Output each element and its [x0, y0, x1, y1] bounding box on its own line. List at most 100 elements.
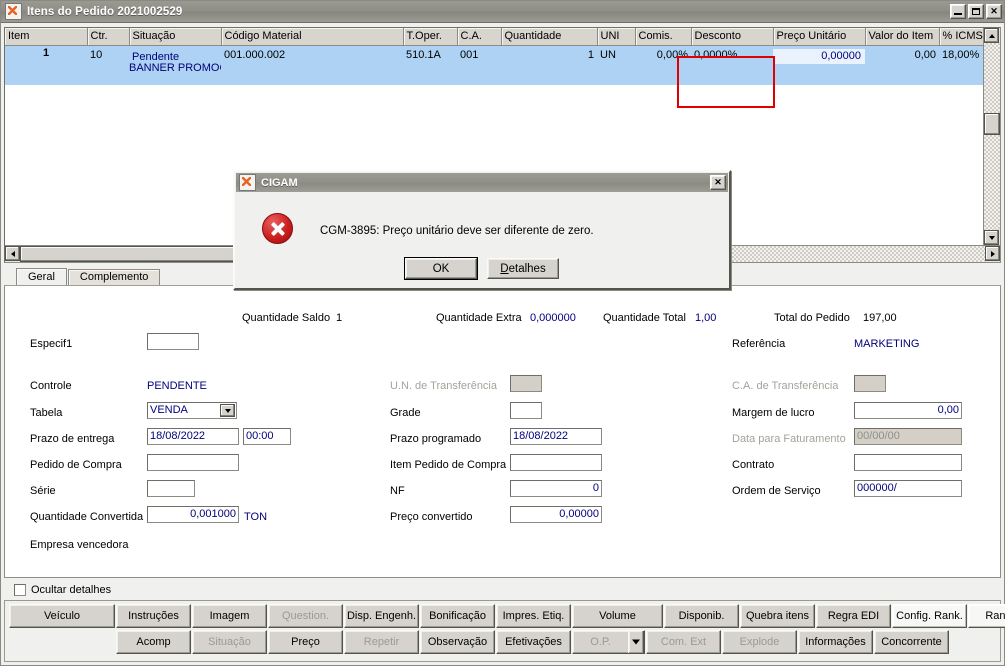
op-button-dropdown-icon[interactable]: [628, 631, 644, 653]
volume-button[interactable]: Volume: [572, 604, 663, 628]
controle-label: Controle: [30, 380, 72, 392]
repetir-button-label: Repetir: [363, 636, 400, 648]
cell-material-description: BANNER PROMOCIONAL: [129, 61, 221, 74]
dialog-close-button[interactable]: ✕: [710, 175, 726, 190]
config-rank-button[interactable]: Config. Rank.: [892, 604, 967, 628]
cell-situacao: Pendente BANNER PROMOCIONAL: [129, 45, 221, 85]
scroll-left-icon[interactable]: [5, 246, 20, 261]
preco-convertido-field[interactable]: 0,00000: [510, 506, 602, 523]
ca-transferencia-field: [854, 375, 886, 392]
regra-edi-button[interactable]: Regra EDI: [816, 604, 891, 628]
grid-vertical-scrollbar[interactable]: [983, 28, 1000, 245]
vertical-scroll-thumb[interactable]: [984, 113, 1000, 135]
situacao-button[interactable]: Situação: [192, 630, 267, 654]
ordem-servico-field[interactable]: 000000/: [854, 480, 962, 497]
scroll-up-icon[interactable]: [984, 28, 999, 43]
serie-field[interactable]: [147, 480, 195, 497]
itens-do-pedido-window: Itens do Pedido 2021002529 ✕ Item Ctr. S…: [0, 0, 1005, 666]
dialog-title-bar[interactable]: CIGAM ✕: [236, 173, 728, 192]
window-title-bar[interactable]: Itens do Pedido 2021002529 ✕: [1, 1, 1004, 23]
situacao-button-label: Situação: [208, 636, 251, 648]
repetir-button[interactable]: Repetir: [344, 630, 419, 654]
col-header-ctr[interactable]: Ctr.: [87, 28, 130, 46]
impres-etiq-button[interactable]: Impres. Etiq.: [496, 604, 571, 628]
grade-field[interactable]: [510, 402, 542, 419]
disponib-button[interactable]: Disponib.: [664, 604, 739, 628]
com-ext-button-label: Com. Ext: [660, 636, 707, 648]
preco-button[interactable]: Preço: [268, 630, 343, 654]
col-header-icms[interactable]: % ICMS: [939, 28, 983, 46]
tab-complemento[interactable]: Complemento: [67, 269, 161, 285]
item-pedido-compra-field[interactable]: [510, 454, 602, 471]
instrucoes-button-label: Instruções: [128, 610, 179, 622]
close-button[interactable]: ✕: [986, 4, 1002, 19]
col-header-uni[interactable]: UNI: [597, 28, 636, 46]
prazo-entrega-date-field[interactable]: 18/08/2022: [147, 428, 239, 445]
col-header-ca[interactable]: C.A.: [457, 28, 502, 46]
instrucoes-button[interactable]: Instruções: [116, 604, 191, 628]
acomp-button[interactable]: Acomp: [116, 630, 191, 654]
quantidade-extra-label: Quantidade Extra: [436, 312, 522, 324]
ranking-button[interactable]: Ranking: [968, 604, 1005, 628]
col-header-comis[interactable]: Comis.: [635, 28, 692, 46]
details-button[interactable]: Detalhes: [487, 258, 559, 279]
efetivacoes-button[interactable]: Efetivações: [496, 630, 571, 654]
tab-geral[interactable]: Geral: [16, 268, 67, 285]
contrato-field[interactable]: [854, 454, 962, 471]
quantidade-convertida-field[interactable]: 0,001000: [147, 506, 239, 523]
chevron-down-icon[interactable]: [220, 404, 235, 417]
concorrente-button[interactable]: Concorrente: [874, 630, 949, 654]
informacoes-button[interactable]: Informações: [798, 630, 873, 654]
efetivacoes-button-label: Efetivações: [505, 636, 562, 648]
especif1-field[interactable]: [147, 333, 199, 350]
margem-lucro-field[interactable]: 0,00: [854, 402, 962, 419]
vertical-scroll-track[interactable]: [984, 43, 1000, 230]
pedido-compra-field[interactable]: [147, 454, 239, 471]
imagem-button[interactable]: Imagem: [192, 604, 267, 628]
veiculo-button[interactable]: Veículo: [9, 604, 115, 628]
nf-field[interactable]: 0: [510, 480, 602, 497]
col-header-quantidade[interactable]: Quantidade: [501, 28, 598, 46]
quebra-itens-button[interactable]: Quebra itens: [740, 604, 815, 628]
preco-unitario-input[interactable]: 0,00000: [773, 48, 865, 64]
table-row[interactable]: 1 10 Pendente BANNER PROMOCIONAL 001.000…: [5, 45, 983, 85]
prazo-entrega-label: Prazo de entrega: [30, 433, 115, 445]
disp-engenh-button[interactable]: Disp. Engenh.: [344, 604, 419, 628]
explode-button[interactable]: Explode: [722, 630, 797, 654]
informacoes-button-label: Informações: [805, 636, 866, 648]
col-header-toper[interactable]: T.Oper.: [403, 28, 458, 46]
prazo-entrega-time-field[interactable]: 00:00: [243, 428, 291, 445]
col-header-situacao[interactable]: Situação: [129, 28, 222, 46]
bonificacao-button[interactable]: Bonificação: [420, 604, 495, 628]
col-header-valor-item[interactable]: Valor do Item: [865, 28, 940, 46]
ocultar-detalhes-row[interactable]: Ocultar detalhes: [4, 582, 1001, 597]
dialog-message: CGM-3895: Preço unitário deve ser difere…: [320, 225, 594, 237]
ocultar-detalhes-checkbox[interactable]: [14, 583, 26, 596]
col-header-preco-unitario[interactable]: Preço Unitário: [773, 28, 866, 46]
data-faturamento-field: 00/00/00: [854, 428, 962, 445]
op-button-label: O.P.: [590, 636, 611, 648]
cigam-app-icon: [239, 174, 256, 191]
observacao-button[interactable]: Observação: [420, 630, 495, 654]
scroll-down-icon[interactable]: [984, 230, 999, 245]
question-button[interactable]: Question.: [268, 604, 343, 628]
volume-button-label: Volume: [599, 610, 636, 622]
cell-preco-unitario[interactable]: 0,00000: [773, 45, 865, 85]
col-header-desconto[interactable]: Desconto: [691, 28, 774, 46]
maximize-button[interactable]: [968, 4, 984, 19]
minimize-button[interactable]: [950, 4, 966, 19]
scroll-right-icon[interactable]: [985, 246, 1000, 261]
tabela-select[interactable]: VENDA: [147, 402, 237, 419]
col-header-codigo[interactable]: Código Material: [221, 28, 404, 46]
col-header-item[interactable]: Item: [5, 28, 88, 46]
com-ext-button[interactable]: Com. Ext: [646, 630, 721, 654]
serie-label: Série: [30, 485, 56, 497]
prazo-programado-field[interactable]: 18/08/2022: [510, 428, 602, 445]
quantidade-saldo-label: Quantidade Saldo: [242, 312, 331, 324]
op-button[interactable]: O.P.: [572, 630, 645, 654]
bonificacao-button-label: Bonificação: [429, 610, 486, 622]
ok-button[interactable]: OK: [405, 258, 477, 279]
quantidade-saldo-value: 1: [336, 312, 343, 324]
contrato-label: Contrato: [732, 459, 775, 471]
data-faturamento-label: Data para Faturamento: [732, 433, 846, 445]
